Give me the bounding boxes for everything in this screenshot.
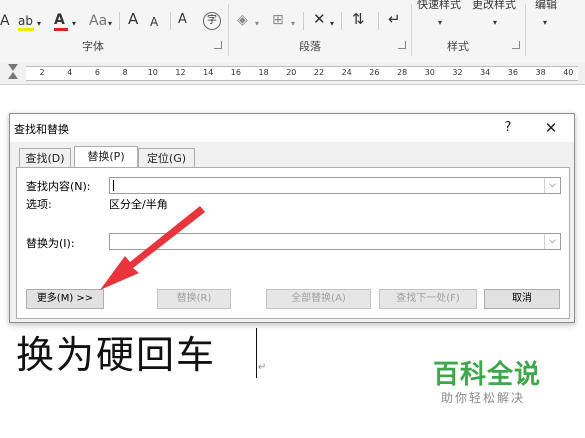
annotation-arrow-icon	[100, 206, 205, 290]
